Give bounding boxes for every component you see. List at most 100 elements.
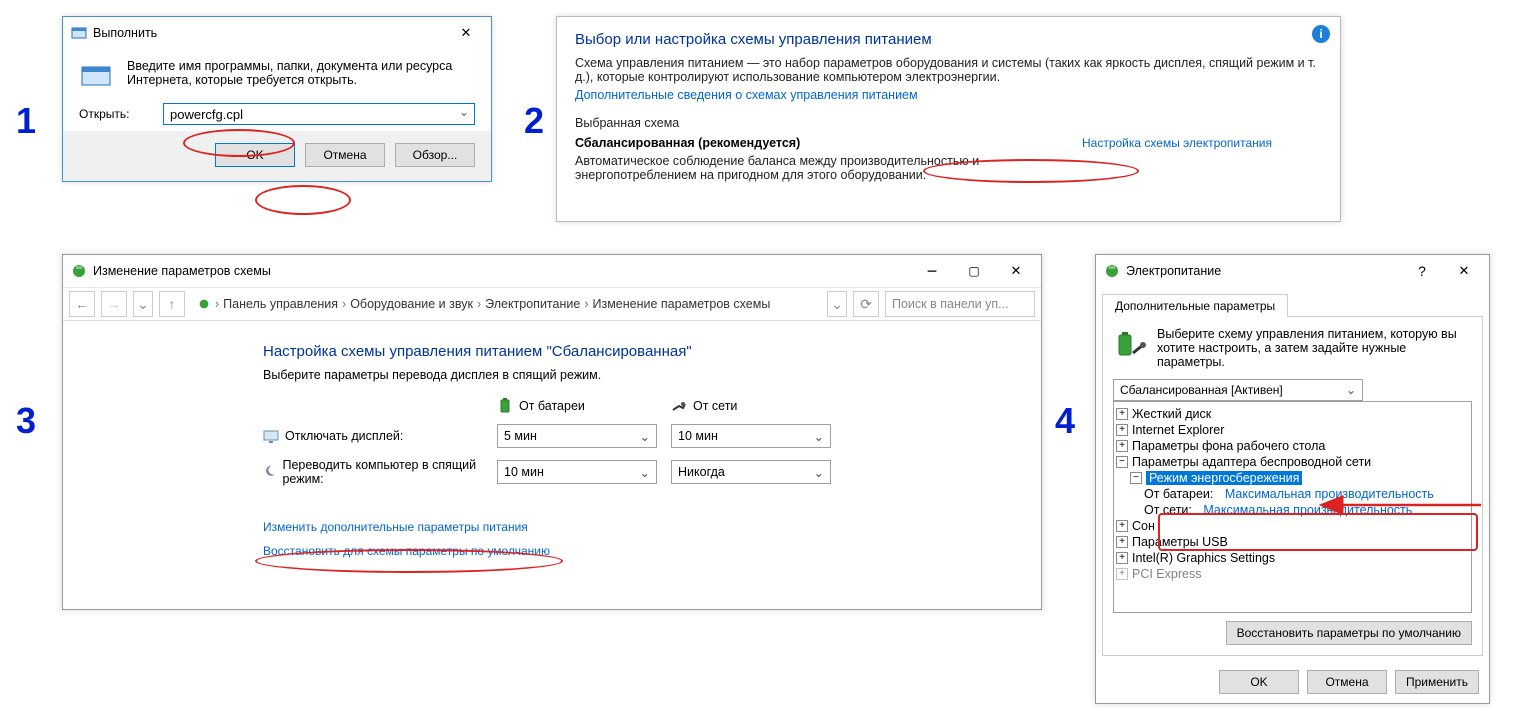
tabbar: Дополнительные параметры <box>1096 287 1489 316</box>
battery-plug-icon <box>1113 327 1147 361</box>
run-titlebar: Выполнить <box>63 17 491 49</box>
power-plan-icon <box>71 263 87 279</box>
col-battery: От батареи <box>497 398 657 414</box>
expander-icon[interactable]: − <box>1116 456 1128 468</box>
maximize-icon[interactable] <box>957 261 991 281</box>
expander-icon[interactable]: − <box>1130 472 1142 484</box>
plug-icon <box>671 398 687 414</box>
power-icon <box>1104 263 1120 279</box>
plan-name: Сбалансированная (рекомендуется) <box>575 136 1042 150</box>
help-icon[interactable] <box>1405 261 1439 281</box>
cancel-button[interactable]: Отмена <box>305 143 385 167</box>
advanced-power-dialog: Электропитание Дополнительные параметры … <box>1095 254 1490 704</box>
breadcrumb[interactable]: Панель управления Оборудование и звук Эл… <box>191 291 821 317</box>
forward-button[interactable]: → <box>101 291 127 317</box>
info-icon: i <box>1312 25 1330 43</box>
run-open-label: Открыть: <box>79 107 149 121</box>
breadcrumb-dropdown[interactable]: ⌄ <box>827 291 847 317</box>
run-command-input[interactable]: powercfg.cpl <box>163 103 475 125</box>
expander-icon[interactable]: + <box>1116 536 1128 548</box>
crumb-control-panel[interactable]: Панель управления <box>223 297 338 311</box>
expander-icon[interactable]: + <box>1116 408 1128 420</box>
tree-usb[interactable]: Параметры USB <box>1132 535 1228 549</box>
power-more-link[interactable]: Дополнительные сведения о схемах управле… <box>575 88 918 102</box>
back-button[interactable]: ← <box>69 291 95 317</box>
row-sleep-label: Переводить компьютер в спящий режим: <box>263 458 483 486</box>
display-battery-dropdown[interactable]: 5 мин <box>497 424 657 448</box>
tree-ac-value[interactable]: Максимальная производительность <box>1203 503 1412 517</box>
edit-heading: Настройка схемы управления питанием "Сба… <box>263 343 1001 360</box>
expander-icon[interactable]: + <box>1116 520 1128 532</box>
restore-defaults-link[interactable]: Восстановить для схемы параметры по умол… <box>263 544 550 558</box>
tree-battery-value[interactable]: Максимальная производительность <box>1225 487 1434 501</box>
sleep-ac-dropdown[interactable]: Никогда <box>671 460 831 484</box>
selected-scheme-label: Выбранная схема <box>557 106 1340 136</box>
adv-title: Электропитание <box>1126 264 1221 278</box>
expander-icon[interactable]: + <box>1116 440 1128 452</box>
run-command-text: powercfg.cpl <box>170 107 243 122</box>
edit-titlebar: Изменение параметров схемы <box>63 255 1041 288</box>
tree-wifi[interactable]: Параметры адаптера беспроводной сети <box>1132 455 1371 469</box>
history-dropdown[interactable]: ⌄ <box>133 291 153 317</box>
ok-button[interactable]: OK <box>1219 670 1299 694</box>
expander-icon[interactable]: + <box>1116 568 1128 580</box>
run-prompt: Введите имя программы, папки, документа … <box>127 59 475 87</box>
search-input[interactable]: Поиск в панели уп... <box>885 291 1035 317</box>
expander-icon[interactable]: + <box>1116 552 1128 564</box>
tree-pci[interactable]: PCI Express <box>1132 567 1201 581</box>
run-title: Выполнить <box>93 26 157 40</box>
adv-instruction: Выберите схему управления питанием, кото… <box>1157 327 1472 369</box>
tab-advanced[interactable]: Дополнительные параметры <box>1102 294 1288 317</box>
row-display-label: Отключать дисплей: <box>263 428 483 444</box>
power-options-panel: i Выбор или настройка схемы управления п… <box>556 16 1341 222</box>
plan-settings-link[interactable]: Настройка схемы электропитания <box>1082 136 1272 150</box>
breadcrumb-icon <box>197 297 211 311</box>
cancel-button[interactable]: Отмена <box>1307 670 1387 694</box>
step-number-3: 3 <box>16 400 36 442</box>
crumb-power[interactable]: Электропитание <box>485 297 580 311</box>
run-app-icon <box>79 59 113 93</box>
moon-icon <box>263 464 276 480</box>
tab-panel: Выберите схему управления питанием, кото… <box>1102 316 1483 656</box>
plan-select-dropdown[interactable]: Сбалансированная [Активен] <box>1113 379 1363 401</box>
minimize-icon[interactable] <box>915 261 949 281</box>
apply-button[interactable]: Применить <box>1395 670 1479 694</box>
tree-battery-label: От батареи: <box>1144 487 1213 501</box>
tree-power-mode[interactable]: Режим энергосбережения <box>1146 471 1302 485</box>
restore-defaults-button[interactable]: Восстановить параметры по умолчанию <box>1226 621 1472 645</box>
ok-button[interactable]: OK <box>215 143 295 167</box>
toolbar: ← → ⌄ ↑ Панель управления Оборудование и… <box>63 288 1041 321</box>
power-heading: Выбор или настройка схемы управления пит… <box>557 17 1340 56</box>
crumb-hardware[interactable]: Оборудование и звук <box>350 297 473 311</box>
refresh-button[interactable]: ⟳ <box>853 291 879 317</box>
edit-sub: Выберите параметры перевода дисплея в сп… <box>263 368 1001 382</box>
browse-button[interactable]: Обзор... <box>395 143 475 167</box>
col-ac: От сети <box>671 398 831 414</box>
display-ac-dropdown[interactable]: 10 мин <box>671 424 831 448</box>
edit-title: Изменение параметров схемы <box>93 264 271 278</box>
step-number-2: 2 <box>524 100 544 142</box>
edit-plan-window: Изменение параметров схемы ← → ⌄ ↑ Панел… <box>62 254 1042 610</box>
settings-tree[interactable]: + Жесткий диск + Internet Explorer + Параме… <box>1113 401 1472 613</box>
tree-wallpaper[interactable]: Параметры фона рабочего стола <box>1132 439 1325 453</box>
close-icon[interactable] <box>1447 261 1481 281</box>
close-icon[interactable] <box>999 261 1033 281</box>
tree-ie[interactable]: Internet Explorer <box>1132 423 1224 437</box>
expander-icon[interactable]: + <box>1116 424 1128 436</box>
adv-titlebar: Электропитание <box>1096 255 1489 287</box>
up-button[interactable]: ↑ <box>159 291 185 317</box>
close-icon[interactable] <box>449 23 483 43</box>
tree-hdd[interactable]: Жесткий диск <box>1132 407 1211 421</box>
sleep-battery-dropdown[interactable]: 10 мин <box>497 460 657 484</box>
advanced-settings-link[interactable]: Изменить дополнительные параметры питани… <box>263 520 528 534</box>
power-description: Схема управления питанием — это набор па… <box>557 56 1340 88</box>
run-icon <box>71 25 87 41</box>
crumb-edit-plan[interactable]: Изменение параметров схемы <box>592 297 770 311</box>
tree-gfx[interactable]: Intel(R) Graphics Settings <box>1132 551 1275 565</box>
annotation-ellipse <box>255 185 351 215</box>
tree-sleep[interactable]: Сон <box>1132 519 1155 533</box>
run-dialog: Выполнить Введите имя программы, папки, … <box>62 16 492 182</box>
step-number-4: 4 <box>1055 400 1075 442</box>
tree-ac-label: От сети: <box>1144 503 1192 517</box>
battery-icon <box>497 398 513 414</box>
